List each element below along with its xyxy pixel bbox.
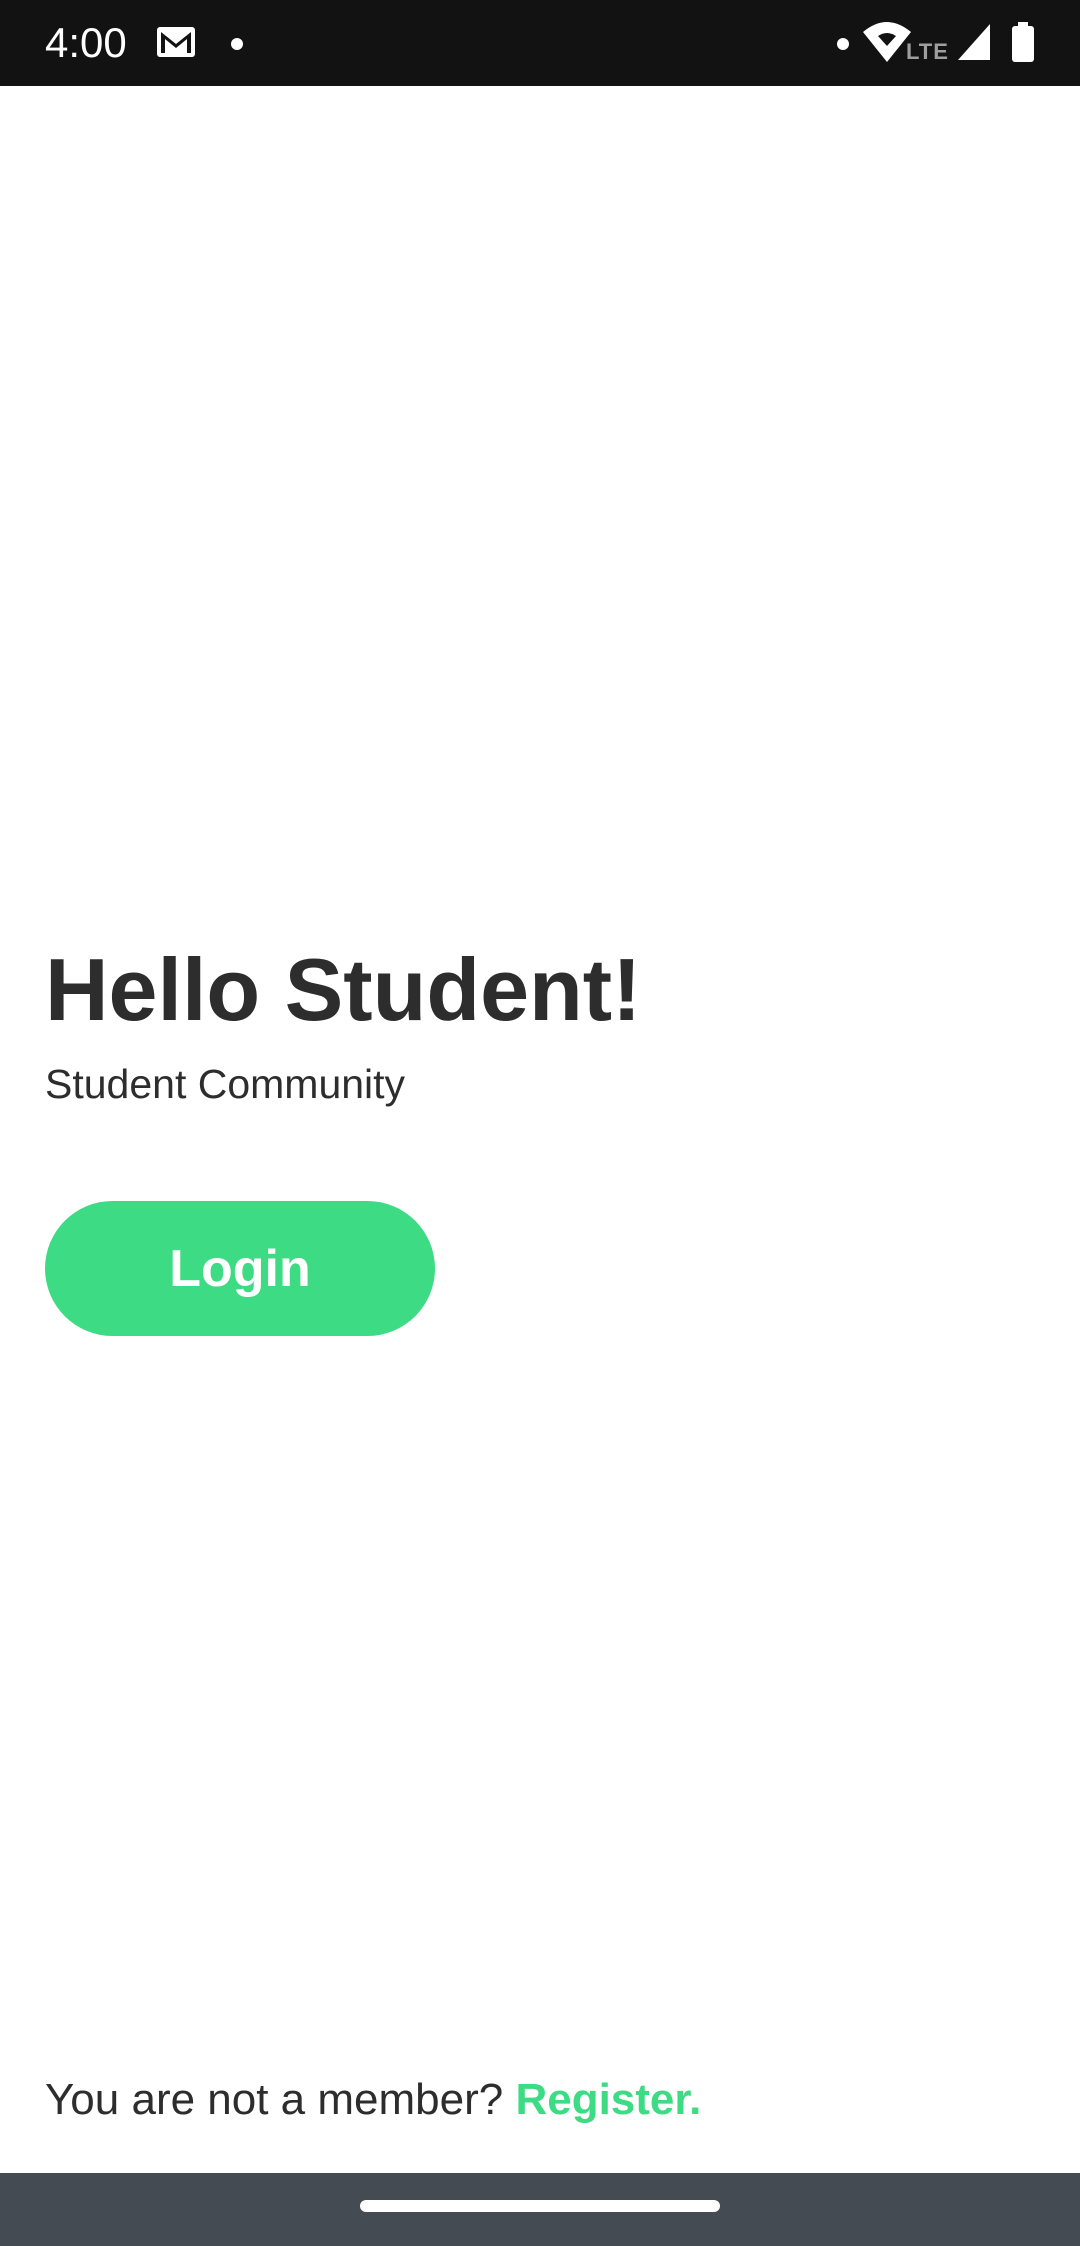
notification-dot-icon <box>837 38 849 50</box>
page-title: Hello Student! <box>45 940 642 1039</box>
notification-dot-icon <box>231 38 243 50</box>
status-time: 4:00 <box>45 19 127 66</box>
register-prompt: You are not a member? <box>45 2075 516 2124</box>
status-bar: 4:00 LTE <box>0 0 1080 86</box>
lte-label: LTE <box>906 39 949 64</box>
page-subtitle: Student Community <box>45 1061 406 1107</box>
home-gesture-handle[interactable] <box>360 2200 720 2212</box>
register-row: You are not a member? Register. <box>45 2070 701 2130</box>
wifi-icon <box>863 22 911 62</box>
register-link[interactable]: Register. <box>515 2075 701 2124</box>
navigation-bar <box>0 2173 1080 2246</box>
login-button[interactable]: Login <box>45 1201 435 1336</box>
screen: 4:00 LTE Hello Student! Student Communit… <box>0 0 1080 2246</box>
gmail-icon <box>157 27 195 57</box>
battery-icon <box>1012 22 1034 62</box>
signal-icon <box>958 24 990 60</box>
